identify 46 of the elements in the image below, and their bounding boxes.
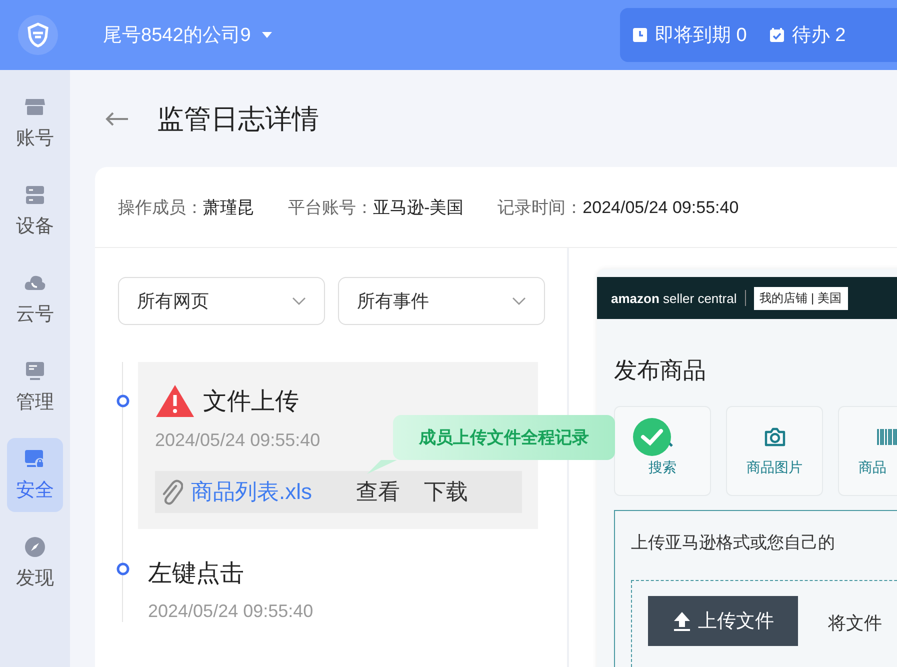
sidebar-item[interactable]: 安全 [7,438,63,512]
caret-icon [260,31,273,39]
sidebar-item[interactable]: 云号 [7,262,63,336]
timeline-dot-icon [116,394,130,408]
upload-hint: 上传亚马逊格式或您自己的 [631,532,836,554]
event-title: 文件上传 [203,387,299,417]
calendar-check-icon [768,27,785,43]
event-title: 左键点击 [148,559,244,589]
monitor-icon [23,359,47,383]
section-heading: 发布商品 [614,356,707,385]
file-link[interactable]: 商品列表.xls [191,477,312,507]
event-time: 2024/05/24 09:55:40 [148,601,314,622]
chevron-down-icon [292,297,306,305]
notice-button[interactable]: 即将到期 0 [632,22,747,48]
camera-icon [762,425,786,449]
option-tile[interactable]: 商品 [838,406,897,496]
info-field: 记录时间：2024/05/24 09:55:40 [498,196,739,218]
callout-tail [367,460,397,474]
clock-icon [632,27,648,43]
attachment-action-link[interactable]: 查看 [356,477,400,507]
event-time: 2024/05/24 09:55:40 [155,430,320,451]
attachment-action-link[interactable]: 下载 [424,477,468,507]
store-selector[interactable]: 我的店铺 | 美国 [754,286,848,310]
timeline-dot-icon [116,562,130,576]
brand-logo: amazon seller central [611,290,737,306]
compass-icon [23,535,47,559]
notice-button[interactable]: 待办 2 [768,22,846,48]
callout-tooltip: 成员上传文件全程记录 [393,415,615,460]
drop-hint: 将文件 [828,612,882,635]
filter-select[interactable]: 所有网页 [118,277,325,325]
server-icon [23,183,47,207]
sidebar-item[interactable]: 账号 [7,86,63,160]
shield-logo-icon[interactable] [18,15,58,55]
filter-select[interactable]: 所有事件 [338,277,545,325]
sidebar-item[interactable]: 设备 [7,174,63,248]
check-circle-icon [632,417,672,457]
info-field: 平台账号：亚马逊-美国 [288,196,464,218]
page-title: 监管日志详情 [157,102,319,136]
chevron-down-icon [512,297,526,305]
upload-button[interactable]: 上传文件 [648,596,798,646]
option-tile[interactable]: 商品图片 [726,406,823,496]
sidebar-item[interactable]: 管理 [7,350,63,424]
upload-icon [672,610,692,632]
back-arrow-icon[interactable] [105,110,129,126]
sidebar-item[interactable]: 发现 [7,526,63,600]
info-field: 操作成员：萧瑾昆 [118,196,254,218]
